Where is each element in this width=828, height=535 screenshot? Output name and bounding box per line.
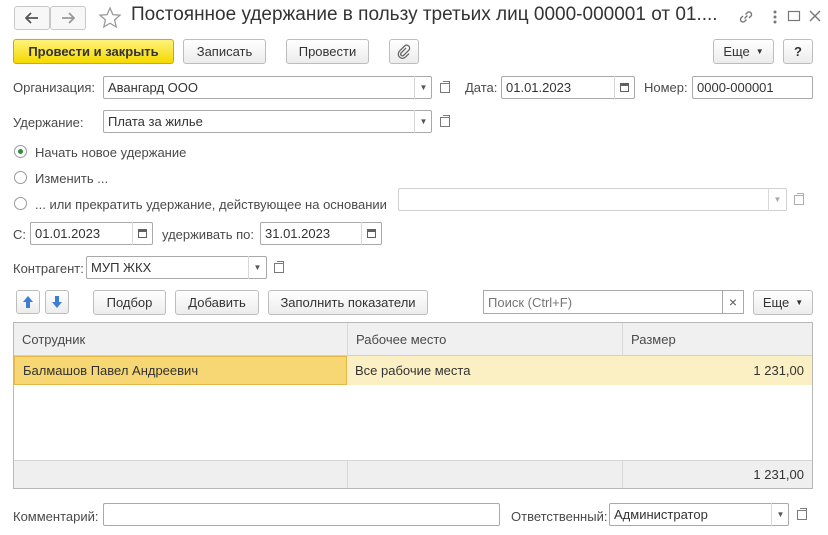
total-amount: 1 231,00 [753,467,804,482]
search-clear-button[interactable]: × [722,290,744,314]
counterparty-open-icon[interactable] [270,256,288,279]
radio-stop[interactable] [14,197,27,210]
date-calendar-icon[interactable] [614,76,634,99]
pick-button[interactable]: Подбор [93,290,166,315]
move-up-button[interactable] [16,290,40,314]
arrow-right-icon [62,12,75,24]
workplace-cell[interactable]: Все рабочие места [347,356,622,385]
basis-document-field[interactable] [398,188,787,211]
employee-cell[interactable]: Балмашов Павел Андреевич [14,356,347,385]
post-and-close-button[interactable]: Провести и закрыть [13,39,174,64]
maximize-icon[interactable] [786,8,802,24]
deduction-open-icon[interactable] [436,110,454,133]
deduction-value: Плата за жилье [108,114,203,129]
radio-change-label[interactable]: Изменить ... [35,171,108,186]
close-icon[interactable] [807,8,823,24]
table-more-button[interactable]: Еще ▼ [753,290,813,315]
deduction-field[interactable]: Плата за жилье [103,110,432,133]
arrow-left-icon [25,12,38,24]
favorite-star-icon[interactable] [98,6,122,30]
arrow-up-icon [23,296,33,308]
radio-new-deduction[interactable] [14,145,27,158]
more-menu-button[interactable]: Еще ▼ [713,39,774,64]
number-value: 0000-000001 [697,80,774,95]
organization-field[interactable]: Авангард ООО [103,76,432,99]
paperclip-icon [397,44,411,59]
fill-indicators-button[interactable]: Заполнить показатели [268,290,428,315]
date-value: 01.01.2023 [506,80,572,95]
post-button[interactable]: Провести [286,39,369,64]
amount-cell[interactable]: 1 231,00 [622,356,812,385]
basis-dropdown-icon[interactable]: ▼ [768,188,786,211]
date-label: Дата: [465,80,498,95]
counterparty-field[interactable]: МУП ЖКХ [86,256,267,279]
responsible-dropdown-icon[interactable]: ▼ [771,503,789,526]
counterparty-value: МУП ЖКХ [91,260,152,275]
more-menu-label: Еще [723,44,750,59]
comment-field[interactable] [103,503,500,526]
number-field[interactable]: 0000-000001 [692,76,813,99]
deduction-dropdown-icon[interactable]: ▼ [414,110,432,133]
back-button[interactable] [14,6,50,30]
from-calendar-icon[interactable] [132,222,152,245]
radio-change[interactable] [14,171,27,184]
chevron-down-icon: ▼ [795,298,804,307]
column-header-workplace[interactable]: Рабочее место [347,323,622,356]
chevron-down-icon: ▼ [755,47,764,56]
help-button[interactable]: ? [783,39,813,64]
from-label: С: [13,227,26,242]
organization-dropdown-icon[interactable]: ▼ [414,76,432,99]
attach-button[interactable] [389,39,419,64]
link-icon[interactable] [737,8,755,26]
employees-table[interactable]: Сотрудник Рабочее место Размер Балмашов … [13,322,813,489]
table-more-label: Еще [762,295,790,310]
counterparty-label: Контрагент: [13,261,84,276]
radio-stop-label[interactable]: ... или прекратить удержание, действующе… [35,197,387,212]
responsible-label: Ответственный: [511,509,608,524]
forward-button[interactable] [50,6,86,30]
organization-label: Организация: [13,80,96,95]
responsible-open-icon[interactable] [793,503,811,526]
add-button[interactable]: Добавить [175,290,259,315]
responsible-field[interactable]: Администратор [609,503,789,526]
deduction-label: Удержание: [13,115,84,130]
until-calendar-icon[interactable] [361,222,381,245]
move-down-button[interactable] [45,290,69,314]
responsible-value: Администратор [614,507,708,522]
search-input[interactable] [483,290,722,314]
radio-new-deduction-label[interactable]: Начать новое удержание [35,145,186,160]
basis-open-icon[interactable] [790,188,808,211]
table-row[interactable]: Балмашов Павел Андреевич Все рабочие мес… [14,356,812,385]
until-label: удерживать по: [162,227,254,242]
page-title: Постоянное удержание в пользу третьих ли… [131,4,718,25]
counterparty-dropdown-icon[interactable]: ▼ [248,256,266,279]
from-date-value: 01.01.2023 [35,226,101,241]
until-date-value: 31.01.2023 [265,226,331,241]
organization-value: Авангард ООО [108,80,198,95]
kebab-menu-icon[interactable] [770,8,780,26]
number-label: Номер: [644,80,688,95]
comment-label: Комментарий: [13,509,99,524]
column-header-employee[interactable]: Сотрудник [14,323,347,356]
organization-open-icon[interactable] [436,76,454,99]
save-button[interactable]: Записать [183,39,266,64]
arrow-down-icon [52,296,62,308]
table-footer: 1 231,00 [14,460,812,488]
column-header-amount[interactable]: Размер [622,323,812,356]
